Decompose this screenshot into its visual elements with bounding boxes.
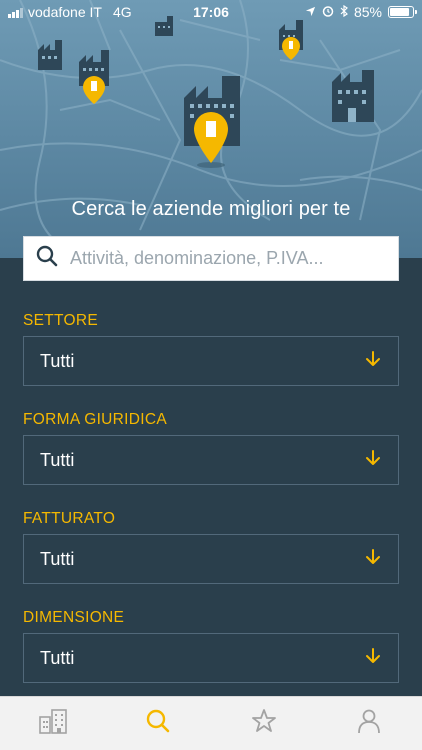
tab-search[interactable] xyxy=(128,697,188,750)
tab-favorites[interactable] xyxy=(234,697,294,750)
hero-map: Cerca le aziende migliori per te xyxy=(0,0,422,258)
forma-giuridica-select[interactable]: Tutti xyxy=(23,435,399,485)
filter-label: SETTORE xyxy=(23,312,99,329)
arrow-down-icon xyxy=(364,647,382,670)
select-value: Tutti xyxy=(40,647,75,668)
dimensione-select[interactable]: Tutti xyxy=(23,633,399,683)
user-icon xyxy=(357,708,381,739)
location-pin-icon xyxy=(282,37,300,60)
filter-settore: SETTORE Tutti xyxy=(23,300,399,399)
search-icon xyxy=(145,708,171,739)
tab-companies[interactable] xyxy=(23,697,83,750)
settore-select[interactable]: Tutti xyxy=(23,336,399,386)
filter-label: FORMA GIURIDICA xyxy=(23,411,168,428)
battery-percent: 85% xyxy=(353,4,382,20)
status-bar: vodafone IT 4G 17:06 85% xyxy=(0,0,422,24)
select-value: Tutti xyxy=(40,548,75,569)
location-arrow-icon xyxy=(305,4,316,20)
location-pin-icon xyxy=(83,76,105,104)
filter-fatturato: FATTURATO Tutti xyxy=(23,498,399,597)
building-icon xyxy=(38,40,62,70)
arrow-down-icon xyxy=(364,449,382,472)
fatturato-select[interactable]: Tutti xyxy=(23,534,399,584)
alarm-icon xyxy=(322,4,334,20)
filter-label: DIMENSIONE xyxy=(23,609,125,626)
search-icon xyxy=(36,245,58,272)
arrow-down-icon xyxy=(364,350,382,373)
tab-profile[interactable] xyxy=(339,697,399,750)
bluetooth-icon xyxy=(340,4,348,20)
arrow-down-icon xyxy=(364,548,382,571)
network-type: 4G xyxy=(112,4,132,20)
location-pin-icon xyxy=(194,112,228,163)
select-value: Tutti xyxy=(40,449,75,470)
star-icon xyxy=(251,708,277,739)
filter-dimensione: DIMENSIONE Tutti xyxy=(23,597,399,696)
battery-icon xyxy=(388,6,417,18)
carrier-name: vodafone IT xyxy=(28,4,102,20)
search-input[interactable] xyxy=(70,248,370,269)
search-box[interactable] xyxy=(23,236,399,281)
filters-list: SETTORE Tutti FORMA GIURIDICA Tutti FATT… xyxy=(23,300,399,696)
buildings-icon xyxy=(38,707,68,740)
building-icon xyxy=(332,70,374,122)
filter-label: FATTURATO xyxy=(23,510,116,527)
tab-bar xyxy=(0,696,422,750)
signal-icon xyxy=(8,7,23,18)
hero-title: Cerca le aziende migliori per te xyxy=(71,198,351,220)
filter-forma-giuridica: FORMA GIURIDICA Tutti xyxy=(23,399,399,498)
select-value: Tutti xyxy=(40,350,75,371)
